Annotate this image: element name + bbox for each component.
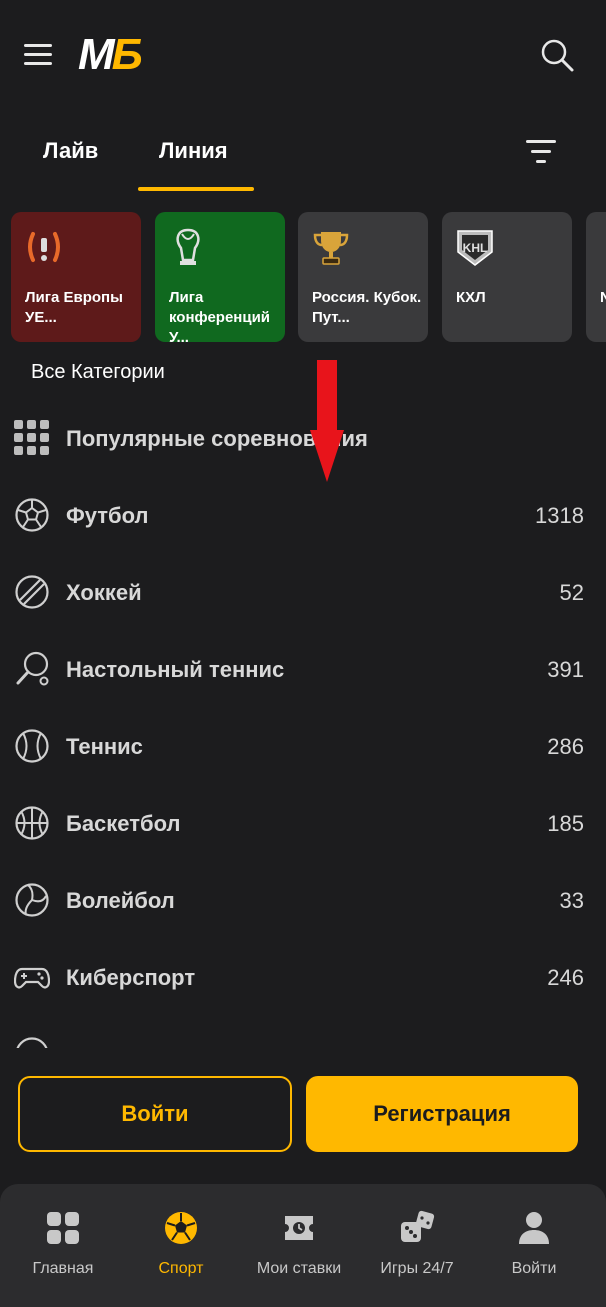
gamepad-icon [14,967,50,989]
sport-name: Футбол [66,503,149,528]
logo-letter-m: М [78,30,115,79]
nav-label: Игры 24/7 [380,1260,454,1277]
table-tennis-icon [16,651,49,686]
annotation-arrow-icon [310,360,344,482]
register-button[interactable]: Регистрация [306,1076,578,1152]
sport-row-volleyball[interactable]: Волейбол 33 [0,862,606,939]
basketball-icon [15,806,49,840]
conference-league-icon [176,228,200,265]
filter-icon[interactable] [526,140,556,164]
tournament-card-label: Лига конференций У... [169,289,271,344]
app-header: МБ [0,0,606,112]
top-tournaments-carousel[interactable]: Лига Европы УЕ... Лига конференций У... … [0,212,606,344]
sport-row-tennis[interactable]: Теннис 286 [0,708,606,785]
sport-count: 246 [547,965,584,990]
nav-my-bets[interactable]: Мои ставки [242,1184,356,1307]
sport-count: 33 [559,888,584,913]
europa-league-icon [28,232,60,262]
active-tab-indicator [138,187,254,191]
sport-row-esports[interactable]: Киберспорт 246 [0,939,606,1016]
nav-label: Главная [32,1260,94,1277]
bottom-navigation: Главная Спорт Мои ставки Игры 24/7 Войти [0,1184,606,1307]
sport-row-football[interactable]: Футбол 1318 [0,477,606,554]
sport-name: Теннис [66,734,143,759]
search-icon[interactable] [538,36,578,76]
sport-name: Хоккей [66,580,142,605]
nav-label: Спорт [158,1260,204,1277]
login-button[interactable]: Войти [18,1076,292,1152]
nav-sport[interactable]: Спорт [120,1184,242,1307]
sport-icon [16,1037,48,1048]
auth-buttons: Войти Регистрация [0,1076,606,1154]
tournament-card-partial[interactable]: N [586,212,606,342]
sport-count: 185 [547,811,584,836]
tab-live[interactable]: Лайв [43,138,98,164]
soccer-ball-icon [165,1212,197,1244]
sport-count: 286 [547,734,584,759]
nav-login[interactable]: Войти [478,1184,590,1307]
sport-name: Баскетбол [66,811,181,836]
logo-letter-b: Б [111,30,143,79]
tournament-card-europa-league[interactable]: Лига Европы УЕ... [11,212,141,342]
tournament-card-conference-league[interactable]: Лига конференций У... [155,212,285,344]
dice-icon [401,1210,435,1242]
sport-name: Волейбол [66,888,175,913]
sport-row-partial[interactable] [0,1016,606,1048]
khl-icon: KHL [457,230,493,266]
sport-row-basketball[interactable]: Баскетбол 185 [0,785,606,862]
tournament-card-russia-cup[interactable]: Россия. Кубок. Пут... [298,212,428,342]
mode-tabs: Лайв Линия [0,112,606,194]
tournament-card-label: Лига Европы УЕ... [25,289,123,326]
nav-games[interactable]: Игры 24/7 [356,1184,478,1307]
volleyball-icon [15,883,49,917]
nav-label: Войти [511,1260,557,1277]
tournament-card-khl[interactable]: KHL КХЛ [442,212,572,342]
tab-line[interactable]: Линия [159,138,228,164]
hockey-puck-icon [15,575,49,609]
grid-icon [14,420,49,455]
sport-row-popular[interactable]: Популярные соревнования [0,400,606,477]
sport-count: 1318 [535,503,584,528]
sport-name: Киберспорт [66,965,196,990]
home-grid-icon [47,1212,79,1244]
sport-count: 52 [559,580,584,605]
sport-row-table-tennis[interactable]: Настольный теннис 391 [0,631,606,708]
nav-home[interactable]: Главная [0,1184,126,1307]
nav-label: Мои ставки [256,1260,342,1277]
tournament-card-label: Россия. Кубок. Пут... [312,289,422,326]
sport-row-hockey[interactable]: Хоккей 52 [0,554,606,631]
soccer-ball-icon [15,498,49,532]
tennis-ball-icon [15,729,49,763]
sports-list: Популярные соревнования Футбол 1318 Хокк… [0,400,606,1048]
trophy-icon [313,232,349,265]
tournament-card-label: N [600,289,606,306]
hamburger-icon[interactable] [24,44,52,66]
all-categories-heading: Все Категории [31,361,165,383]
brand-logo[interactable]: МБ [78,30,143,80]
user-icon [519,1212,549,1244]
bet-ticket-icon [285,1216,313,1240]
sport-count: 391 [547,657,584,682]
sport-name: Настольный теннис [66,657,285,682]
tournament-card-label: КХЛ [456,289,486,306]
svg-text:KHL: KHL [463,241,488,255]
